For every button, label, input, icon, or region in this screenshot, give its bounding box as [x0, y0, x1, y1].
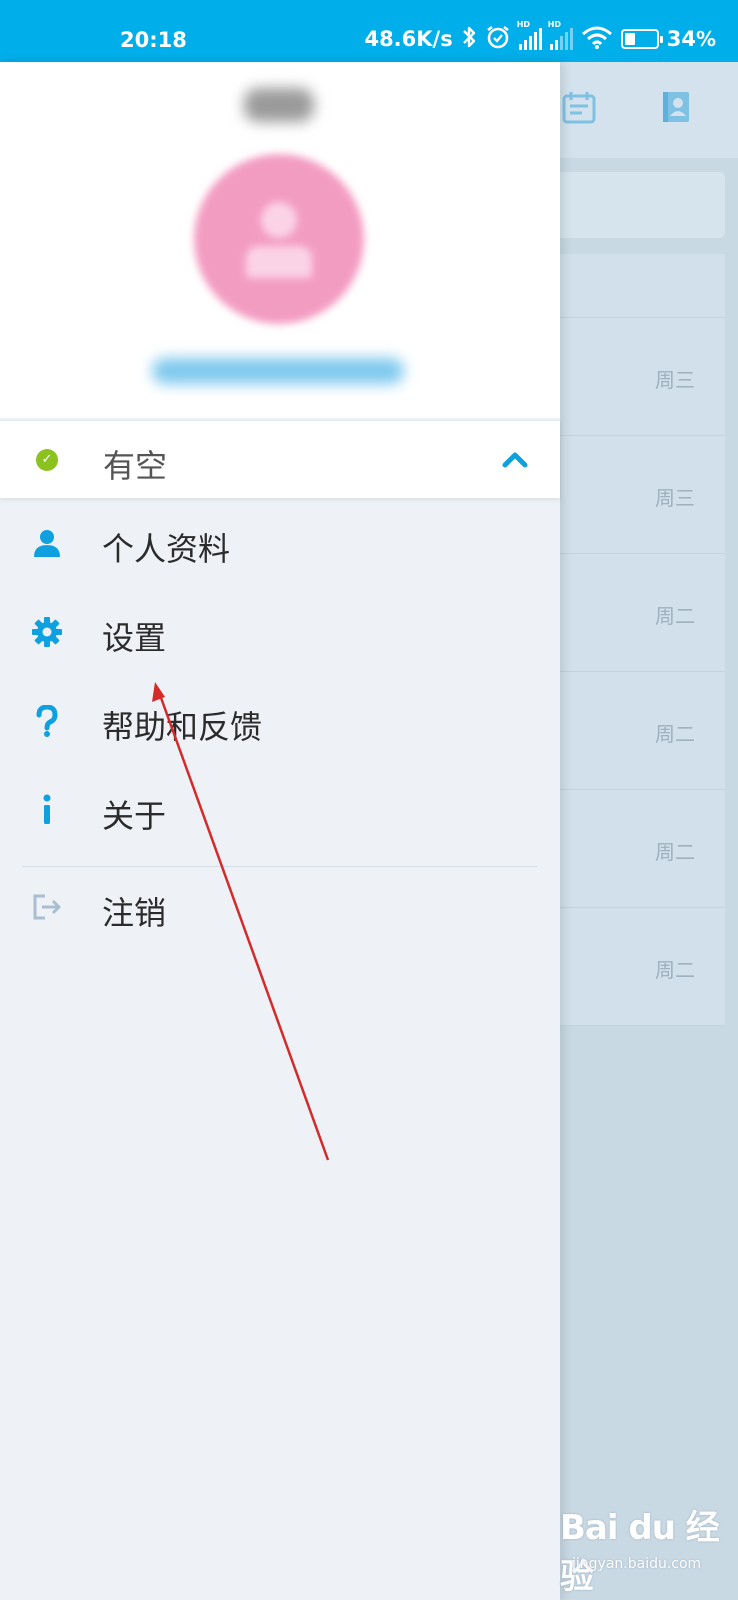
menu-item-label: 关于 — [102, 797, 167, 835]
list-item — [560, 254, 725, 318]
presence-label: 有空 — [103, 447, 168, 485]
wifi-icon — [581, 25, 613, 54]
check-icon: ✓ — [36, 449, 58, 471]
menu-item-label: 个人资料 — [102, 530, 231, 568]
alarm-icon — [485, 24, 511, 55]
list-item: 周二 — [560, 554, 725, 672]
battery-icon — [620, 29, 663, 49]
blurred-username — [244, 88, 314, 122]
list-item: 周二 — [560, 790, 725, 908]
list-item-day: 周二 — [655, 958, 695, 982]
signal-icon-2: HD — [548, 20, 573, 50]
battery-fill — [624, 33, 635, 45]
menu-item-about[interactable]: 关于 — [0, 765, 560, 854]
info-icon — [28, 791, 66, 829]
network-speed: 48.6K/s — [364, 27, 453, 51]
menu-item-profile[interactable]: 个人资料 — [0, 498, 560, 587]
menu-item-label: 帮助和反馈 — [102, 708, 263, 746]
list-item: 周三 — [560, 436, 725, 554]
watermark: Bai du 经验 jingyan.baidu.com — [560, 1500, 738, 1600]
menu-item-help[interactable]: 帮助和反馈 — [0, 676, 560, 765]
battery-percent: 34% — [666, 27, 716, 51]
avatar[interactable] — [194, 154, 364, 324]
background-search — [560, 172, 725, 238]
list-item: 周二 — [560, 908, 725, 1026]
status-indicators: 48.6K/s HD HD 34% — [364, 20, 716, 55]
bluetooth-icon — [461, 24, 477, 55]
drawer-menu: 个人资料 设置 帮助和反馈 关于 注销 — [0, 498, 560, 951]
list-item-day: 周二 — [655, 840, 695, 864]
watermark-url: jingyan.baidu.com — [572, 1556, 702, 1572]
question-icon — [28, 702, 66, 740]
list-item-day: 周三 — [655, 368, 695, 392]
person-icon — [28, 524, 66, 562]
avatar-body-shape — [246, 246, 312, 278]
list-item: 周三 — [560, 318, 725, 436]
status-time: 20:18 — [120, 28, 187, 52]
chevron-up-icon[interactable] — [500, 445, 530, 475]
watermark-logo: Bai du 经验 — [560, 1508, 720, 1597]
menu-item-sign-out[interactable]: 注销 — [0, 862, 560, 951]
menu-item-settings[interactable]: 设置 — [0, 587, 560, 676]
signal-icon-1: HD — [517, 20, 542, 50]
profile-header — [0, 62, 560, 418]
sign-out-icon — [28, 888, 66, 926]
calendar-icon — [562, 90, 598, 132]
menu-item-label: 设置 — [102, 619, 167, 657]
background-app: 周三 周三 周二 周二 周二 周二 — [560, 62, 738, 1600]
background-toolbar — [560, 62, 738, 158]
list-item-day: 周二 — [655, 722, 695, 746]
presence-selector[interactable]: ✓ 有空 — [0, 420, 560, 498]
gear-icon — [28, 613, 66, 651]
list-item: 周二 — [560, 672, 725, 790]
status-bar: 20:18 48.6K/s HD HD 34% — [0, 0, 738, 62]
list-item-day: 周二 — [655, 604, 695, 628]
navigation-drawer: ✓ 有空 个人资料 设置 帮助和反馈 关于 注销 — [0, 62, 560, 1600]
menu-item-label: 注销 — [102, 894, 167, 932]
contacts-icon — [660, 90, 692, 132]
list-item-day: 周三 — [655, 486, 695, 510]
background-list: 周三 周三 周二 周二 周二 周二 — [560, 254, 725, 1026]
avatar-head-shape — [261, 202, 297, 238]
blurred-profile-link[interactable] — [152, 358, 404, 384]
